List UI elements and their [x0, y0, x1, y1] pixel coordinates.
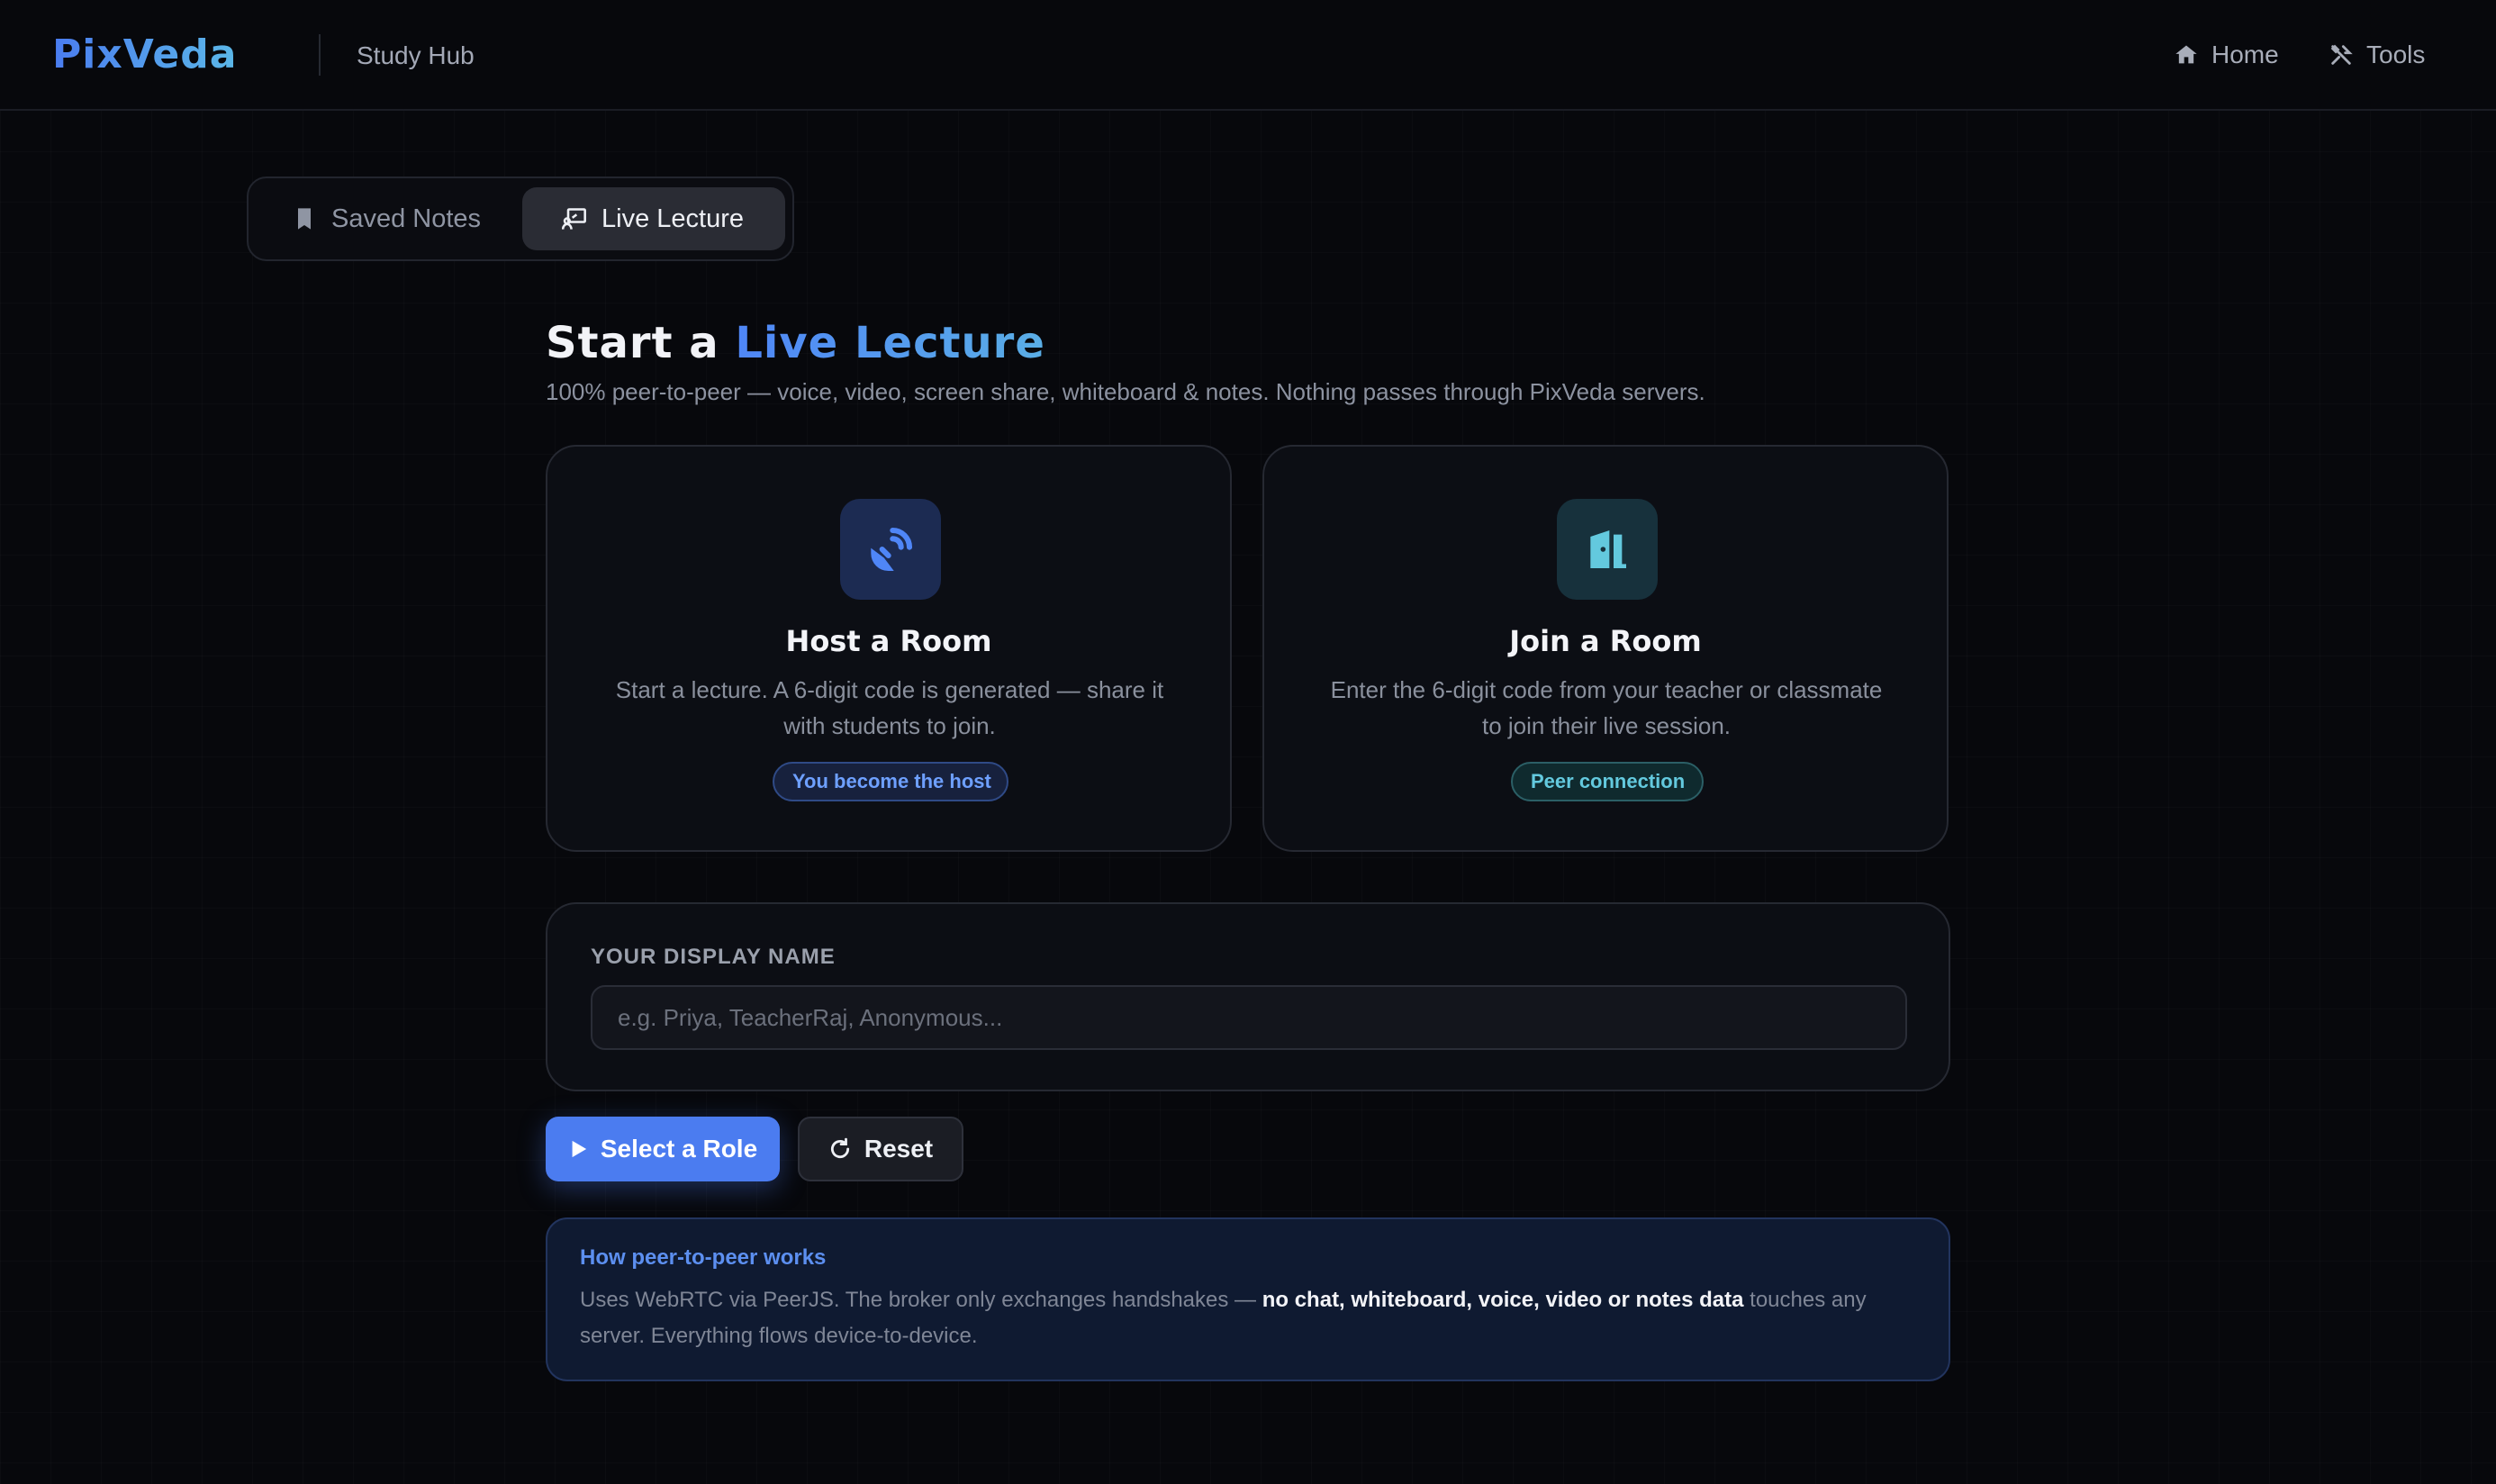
display-name-panel: YOUR DISPLAY NAME	[546, 902, 1950, 1091]
info-body-bold: no chat, whiteboard, voice, video or not…	[1262, 1288, 1744, 1312]
page-title: Start a Live Lecture	[546, 315, 1045, 371]
join-room-card[interactable]: Join a Room Enter the 6-digit code from …	[1262, 445, 1949, 852]
host-card-badge: You become the host	[773, 762, 1008, 801]
tab-saved-notes-label: Saved Notes	[331, 204, 482, 233]
home-icon	[2175, 45, 2197, 64]
title-accent: Live Lecture	[735, 318, 1045, 368]
nav-tools-link[interactable]: Tools	[2329, 38, 2425, 72]
join-icon-tile	[1557, 499, 1658, 600]
tools-icon	[2330, 44, 2353, 65]
bookmark-icon	[298, 208, 311, 230]
tab-live-lecture-label: Live Lecture	[601, 204, 744, 233]
info-body-start: Uses WebRTC via PeerJS. The broker only …	[580, 1288, 1262, 1312]
info-body: Uses WebRTC via PeerJS. The broker only …	[580, 1282, 1922, 1354]
title-prefix: Start a	[546, 318, 719, 368]
nav-home-link[interactable]: Home	[2174, 38, 2279, 72]
header-divider	[319, 34, 321, 76]
join-card-description: Enter the 6-digit code from your teacher…	[1330, 676, 1883, 739]
host-card-description: Start a lecture. A 6-digit code is gener…	[615, 676, 1164, 739]
mode-tabs: Saved Notes Live Lecture	[247, 176, 794, 261]
section-title: Study Hub	[357, 41, 475, 69]
p2p-info-box: How peer-to-peer works Uses WebRTC via P…	[546, 1217, 1950, 1381]
display-name-label: YOUR DISPLAY NAME	[591, 945, 836, 969]
door-icon	[1590, 530, 1626, 568]
host-room-card[interactable]: Host a Room Start a lecture. A 6-digit c…	[546, 445, 1232, 852]
reset-button[interactable]: Reset	[798, 1117, 963, 1181]
play-icon	[572, 1140, 587, 1158]
refresh-icon	[830, 1137, 849, 1159]
join-card-title: Join a Room	[1509, 624, 1702, 658]
join-card-badge: Peer connection	[1511, 762, 1704, 801]
display-name-input[interactable]	[591, 985, 1907, 1050]
broadcast-icon	[871, 527, 913, 572]
top-header: PixVeda Study Hub Home Tools	[0, 0, 2496, 111]
page-subtitle: 100% peer-to-peer — voice, video, screen…	[546, 378, 1705, 405]
nav-home-label: Home	[2211, 41, 2279, 68]
presentation-icon	[562, 208, 586, 230]
tab-live-lecture[interactable]: Live Lecture	[522, 187, 785, 250]
nav-tools-label: Tools	[2366, 41, 2426, 68]
select-role-label: Select a Role	[600, 1135, 758, 1163]
host-card-title: Host a Room	[785, 624, 992, 658]
tab-saved-notes[interactable]: Saved Notes	[292, 187, 481, 250]
select-role-button[interactable]: Select a Role	[546, 1117, 780, 1181]
info-title: How peer-to-peer works	[580, 1245, 827, 1270]
reset-label: Reset	[864, 1135, 934, 1163]
pixveda-logo[interactable]: PixVeda	[52, 32, 237, 77]
host-icon-tile	[840, 499, 941, 600]
